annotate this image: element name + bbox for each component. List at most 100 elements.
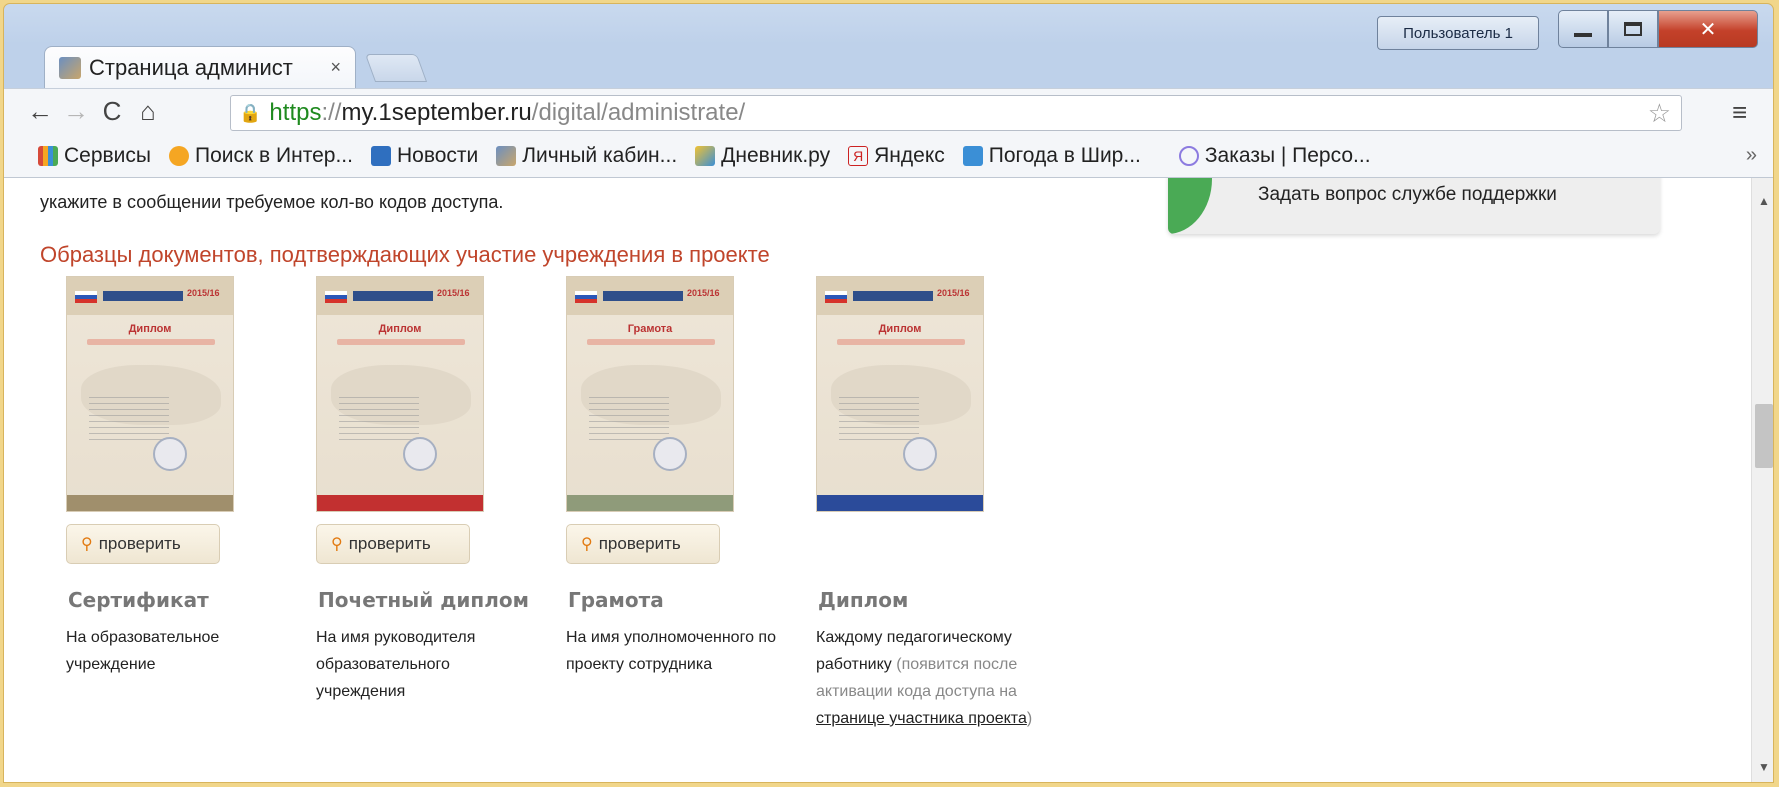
thumb-footer [317,495,483,511]
lock-icon: 🔒 [239,102,262,123]
bookmark-label: Личный кабин... [522,143,678,167]
document-card: 2015/16 Диплом Диплом Каждому педагогиче… [816,276,1076,727]
scrollbar-thumb[interactable] [1755,404,1773,468]
thumb-year: 2015/16 [187,288,220,298]
bookmark-label: Поиск в Интер... [195,143,353,167]
thumb-header-bar [353,291,433,301]
bookmarks-overflow-icon[interactable]: » [1746,144,1757,167]
document-thumbnail[interactable]: 2015/16 Диплом [316,276,484,512]
thumb-year: 2015/16 [937,288,970,298]
maximize-button[interactable] [1608,10,1658,48]
home-icon[interactable]: ⌂ [130,96,166,127]
reload-icon[interactable]: C [94,96,130,127]
flag-icon [575,291,597,303]
bookmark-label: Дневник.ру [721,143,831,167]
tab-active[interactable]: Страница админист × [44,46,356,88]
thumb-subtitle [87,339,215,345]
bookmark-item[interactable]: Дневник.ру [695,144,830,168]
bookmark-label: Погода в Шир... [988,143,1141,167]
seal-icon [903,437,937,471]
document-thumbnail[interactable]: 2015/16 Диплом [66,276,234,512]
url-path: /digital/administrate/ [531,99,746,126]
scroll-up-arrow-icon[interactable]: ▲ [1758,194,1770,208]
documents-list: 2015/16 Диплом ⚲ проверить Сертификат На… [66,276,1166,782]
thumb-subtitle [337,339,465,345]
document-description: На имя уполномоченного по проекту сотруд… [566,629,776,673]
browser-window: Страница админист × Пользователь 1 ✕ ← →… [3,3,1774,783]
check-button[interactable]: ⚲ проверить [566,524,720,564]
url-separator: :// [321,99,342,126]
thumb-text-lines [839,397,919,443]
bookmark-label: Яндекс [874,143,945,167]
bookmark-item[interactable]: Я Яндекс [848,144,945,168]
url-scheme: https [269,99,322,126]
bookmark-label: Заказы | Персо... [1204,143,1371,167]
close-x-icon: ✕ [1699,18,1717,41]
participant-page-link[interactable]: странице участника проекта [816,710,1027,727]
document-name: Диплом [818,588,909,612]
document-card: 2015/16 Диплом ⚲ проверить Почетный дипл… [316,276,576,700]
document-thumbnail[interactable]: 2015/16 Диплом [816,276,984,512]
bookmark-item[interactable]: Личный кабин... [496,144,677,168]
new-tab-button[interactable] [364,54,428,82]
document-card: 2015/16 Диплом ⚲ проверить Сертификат На… [66,276,326,673]
check-button[interactable]: ⚲ проверить [66,524,220,564]
support-widget-label: Задать вопрос службе поддержки [1258,184,1557,205]
browser-toolbar: ← → C ⌂ 🔒 https://my.1september.ru/digit… [4,88,1773,134]
document-name: Грамота [568,588,664,612]
flag-icon [825,291,847,303]
tab-close-icon[interactable]: × [330,57,341,78]
page-viewport: укажите в сообщении требуемое кол-во код… [4,178,1751,782]
flag-icon [325,291,347,303]
back-arrow-icon[interactable]: ← [22,96,58,127]
key-icon: ⚲ [331,536,343,553]
scroll-down-arrow-icon[interactable]: ▼ [1758,760,1770,774]
document-name: Почетный диплом [318,588,529,612]
tab-title: Страница админист [89,54,293,80]
thumb-subtitle [587,339,715,345]
bookmark-item[interactable]: Новости [370,144,478,168]
thumb-title: Диплом [378,323,422,335]
thumb-title: Грамота [627,323,673,335]
thumb-header-bar [103,291,183,301]
thumb-subtitle [837,339,965,345]
vertical-scrollbar[interactable]: ▲ ▼ [1751,178,1773,782]
minimize-button[interactable] [1558,10,1608,48]
check-button[interactable]: ⚲ проверить [316,524,470,564]
key-icon: ⚲ [81,536,93,553]
forward-arrow-icon[interactable]: → [58,96,94,127]
support-widget[interactable]: Задать вопрос службе поддержки [1168,178,1660,234]
search-globe-icon [169,145,190,166]
thumb-text-lines [589,397,669,443]
thumb-year: 2015/16 [687,288,720,298]
key-icon: ⚲ [581,536,593,553]
document-description: На образовательное учреждение [66,629,220,673]
thumb-footer [67,495,233,511]
thumb-text-lines [89,397,169,443]
url-host: my.1september.ru [341,99,532,126]
menu-hamburger-icon[interactable]: ≡ [1732,97,1747,128]
tab-strip: Страница админист × Пользователь 1 ✕ [4,4,1773,88]
bookmark-star-icon[interactable]: ☆ [1648,98,1671,129]
thumb-title: Диплом [878,323,922,335]
diary-icon [695,145,716,166]
news-icon [370,145,391,166]
intro-text: укажите в сообщении требуемое кол-во код… [40,192,504,212]
address-bar[interactable]: 🔒 https://my.1september.ru/digital/admin… [230,95,1682,131]
profile-user-button[interactable]: Пользователь 1 [1377,16,1539,50]
bookmark-item[interactable]: Заказы | Персо... [1178,143,1371,168]
bookmark-item[interactable]: Погода в Шир... [962,143,1141,168]
site-favicon-icon [59,56,81,79]
orders-circle-icon [1178,145,1199,166]
document-description: На имя руководителя образовательного учр… [316,629,476,700]
flag-icon [75,291,97,303]
window-close-button[interactable]: ✕ [1658,10,1758,48]
bookmark-item[interactable]: Сервисы [38,144,151,168]
cabinet-icon [496,145,517,166]
bookmarks-bar: Сервисы Поиск в Интер... Новости Личный … [4,134,1773,178]
bookmark-item[interactable]: Поиск в Интер... [169,144,353,168]
document-thumbnail[interactable]: 2015/16 Грамота [566,276,734,512]
support-accent-shape [1168,178,1212,234]
document-description: Каждому педагогическому работнику (появи… [816,624,1056,732]
thumb-header-bar [853,291,933,301]
